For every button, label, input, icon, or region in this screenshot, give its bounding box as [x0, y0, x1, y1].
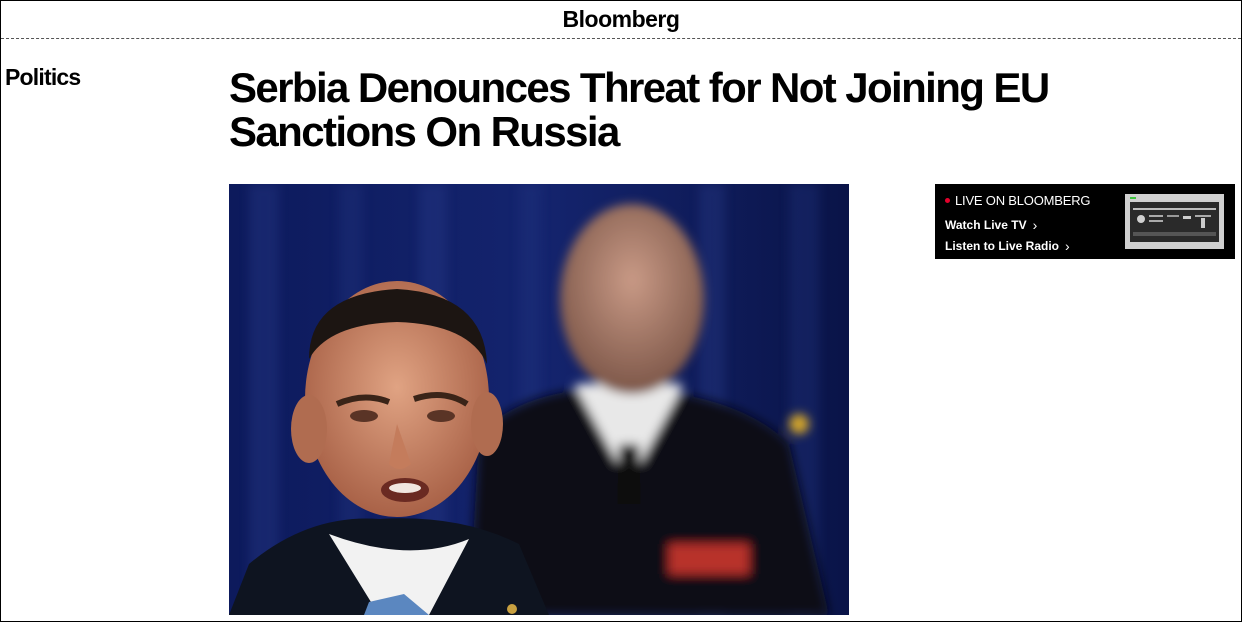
chevron-right-icon: ›	[1065, 238, 1070, 254]
live-on-bloomberg-widget: LIVE ON BLOOMBERG Watch Live TV › Listen…	[935, 184, 1235, 259]
hero-image	[229, 184, 849, 615]
section-label[interactable]: Politics	[5, 64, 81, 91]
watch-live-tv-label: Watch Live TV	[945, 218, 1027, 232]
watch-live-tv-link[interactable]: Watch Live TV ›	[945, 218, 1037, 232]
chevron-right-icon: ›	[1032, 217, 1038, 233]
listen-live-radio-link[interactable]: Listen to Live Radio ›	[945, 239, 1070, 253]
live-label: LIVE ON BLOOMBERG	[955, 193, 1091, 208]
listen-live-radio-label: Listen to Live Radio	[945, 239, 1060, 253]
live-header: LIVE ON BLOOMBERG	[945, 193, 1091, 208]
article-headline: Serbia Denounces Threat for Not Joining …	[229, 64, 1050, 155]
bloomberg-logo[interactable]: Bloomberg	[563, 6, 680, 33]
masthead: Bloomberg	[1, 1, 1241, 39]
live-tv-thumbnail[interactable]	[1125, 194, 1224, 249]
live-dot-icon	[945, 198, 950, 203]
